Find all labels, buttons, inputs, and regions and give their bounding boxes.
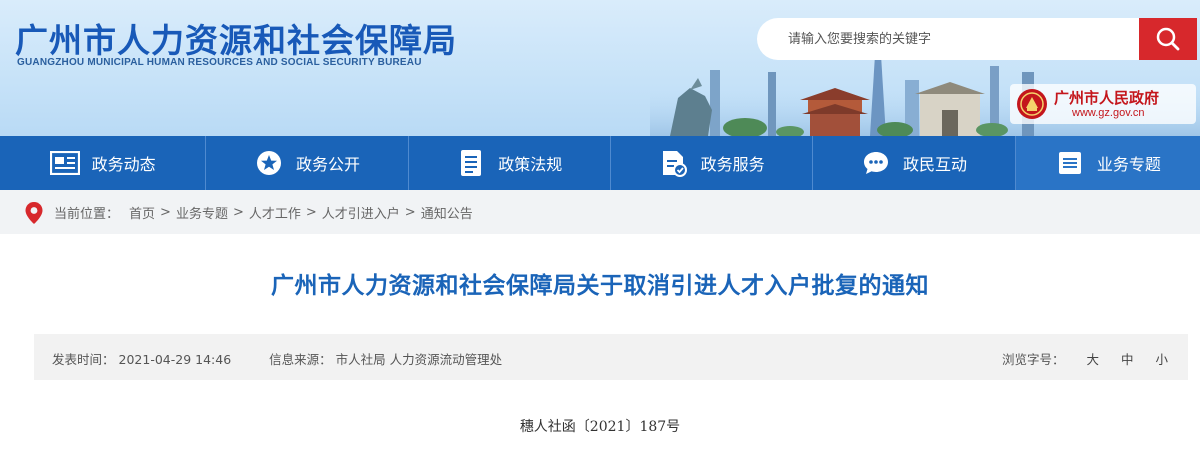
location-pin-icon: [24, 201, 46, 224]
breadcrumb-home[interactable]: 首页: [129, 203, 155, 222]
breadcrumb-separator: >: [232, 204, 244, 220]
breadcrumb-separator: >: [404, 204, 416, 220]
site-subtitle: GUANGZHOU MUNICIPAL HUMAN RESOURCES AND …: [17, 57, 422, 68]
breadcrumb-label: 当前位置：: [54, 206, 120, 222]
main-nav: 政务动态 政务公开 政策法规 政务服务 政民互动 业务专题: [0, 136, 1200, 190]
nav-item-policy[interactable]: 政策法规: [409, 136, 611, 190]
font-size-switcher: 浏览字号： 大 中 小: [1002, 349, 1168, 368]
nav-label: 政务公开: [295, 155, 360, 174]
publish-time-label: 发表时间：: [52, 352, 115, 367]
news-icon: [49, 148, 80, 178]
nav-item-topics[interactable]: 业务专题: [1015, 136, 1200, 190]
gov-name: 广州市人民政府: [1054, 89, 1160, 107]
breadcrumb-talent-work[interactable]: 人才工作: [249, 203, 301, 222]
document-icon: [456, 148, 486, 178]
font-size-small-button[interactable]: 小: [1155, 352, 1168, 367]
nav-label: 政民互动: [902, 155, 967, 174]
font-size-medium-button[interactable]: 中: [1121, 352, 1134, 367]
article-meta-info: 发表时间： 2021-04-29 14:46 信息来源： 市人社局 人力资源流动管理…: [52, 349, 506, 368]
document-number: 穗人社函〔2021〕187号: [519, 419, 681, 435]
font-size-label: 浏览字号：: [1001, 352, 1065, 367]
source-label: 信息来源：: [269, 352, 332, 367]
article-title: 广州市人力资源和社会保障局关于取消引进人才入户批复的通知: [271, 273, 929, 299]
publish-time: 2021-04-29 14:46: [118, 352, 232, 367]
list-icon: [1055, 148, 1085, 178]
search-button[interactable]: [1139, 18, 1197, 60]
star-icon: [254, 148, 284, 178]
search-icon: [1156, 27, 1180, 51]
gov-url: www.gz.gov.cn: [1072, 107, 1145, 119]
article-source: 市人社局 人力资源流动管理处: [335, 352, 503, 367]
breadcrumb-separator: >: [160, 204, 171, 220]
breadcrumb-notices[interactable]: 通知公告: [421, 203, 473, 222]
site-header: 广州市人力资源和社会保障局 GUANGZHOU MUNICIPAL HUMAN …: [0, 0, 1200, 136]
nav-label: 政务动态: [91, 155, 156, 174]
nav-label: 业务专题: [1096, 155, 1161, 174]
nav-label: 政务服务: [700, 155, 765, 174]
service-icon: [659, 148, 689, 178]
breadcrumb-talent-settlement[interactable]: 人才引进入户: [322, 203, 400, 222]
nav-item-interaction[interactable]: 政民互动: [813, 136, 1016, 190]
font-size-large-button[interactable]: 大: [1086, 352, 1099, 367]
nav-item-services[interactable]: 政务服务: [611, 136, 814, 190]
chat-icon: [861, 148, 891, 178]
nav-item-news[interactable]: 政务动态: [0, 136, 207, 190]
site-title[interactable]: 广州市人力资源和社会保障局: [15, 14, 457, 62]
article-meta-bar: 发表时间： 2021-04-29 14:46 信息来源： 市人社局 人力资源流动管理…: [34, 334, 1188, 380]
gz-government-link[interactable]: 广州市人民政府 www.gz.gov.cn: [1010, 84, 1196, 124]
gov-emblem-icon: [1017, 89, 1047, 119]
search-box: [757, 18, 1197, 60]
breadcrumb-topics[interactable]: 业务专题: [176, 203, 228, 222]
nav-label: 政策法规: [498, 155, 563, 174]
breadcrumb-separator: >: [305, 204, 317, 220]
search-input[interactable]: [757, 18, 1139, 60]
nav-item-disclosure[interactable]: 政务公开: [206, 136, 409, 190]
breadcrumb: 当前位置： 首页 > 业务专题 > 人才工作 > 人才引进入户 > 通知公告: [0, 190, 1200, 234]
